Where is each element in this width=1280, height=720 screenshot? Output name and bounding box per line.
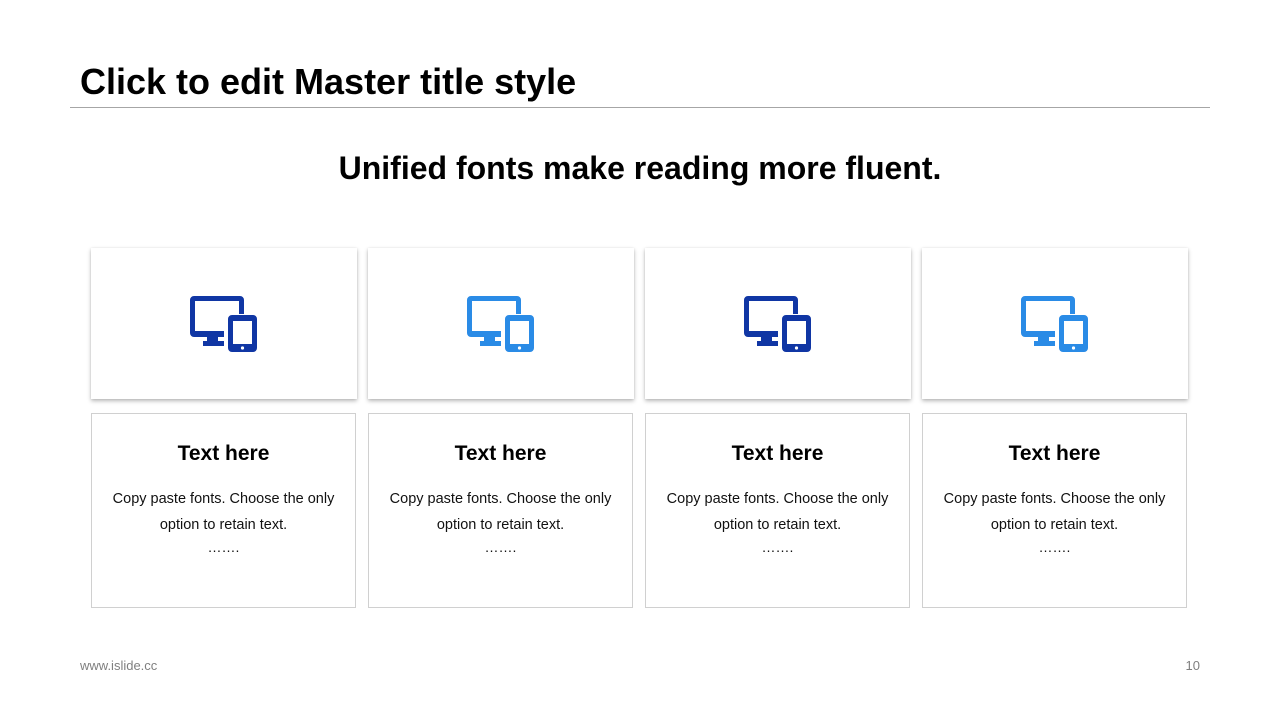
- card-heading: Text here: [1008, 442, 1101, 465]
- card-body: Copy paste fonts. Choose the only option…: [666, 491, 889, 533]
- card-ellipsis: …….: [207, 539, 240, 555]
- footer-url: www.islide.cc: [80, 658, 158, 673]
- card-heading: Text here: [731, 442, 824, 465]
- devices-icon: [1021, 295, 1088, 352]
- card-heading: Text here: [177, 442, 270, 465]
- title-divider: [70, 107, 1210, 108]
- devices-icon: [467, 295, 534, 352]
- slide-title[interactable]: Click to edit Master title style: [80, 60, 576, 104]
- card-body: Copy paste fonts. Choose the only option…: [389, 491, 612, 533]
- card-ellipsis: …….: [1038, 539, 1071, 555]
- card-ellipsis: …….: [484, 539, 517, 555]
- card-heading: Text here: [454, 442, 547, 465]
- page-number: 10: [1185, 658, 1200, 673]
- icon-card-4[interactable]: [922, 248, 1188, 399]
- icon-card-1[interactable]: [91, 248, 357, 399]
- slide-subtitle[interactable]: Unified fonts make reading more fluent.: [0, 148, 1280, 188]
- text-card-2[interactable]: Text here Copy paste fonts. Choose the o…: [368, 413, 633, 608]
- icon-card-2[interactable]: [368, 248, 634, 399]
- devices-icon: [744, 295, 811, 352]
- text-card-4[interactable]: Text here Copy paste fonts. Choose the o…: [922, 413, 1187, 608]
- devices-icon: [190, 295, 257, 352]
- card-body: Copy paste fonts. Choose the only option…: [943, 491, 1166, 533]
- text-card-3[interactable]: Text here Copy paste fonts. Choose the o…: [645, 413, 910, 608]
- slide: Click to edit Master title style Unified…: [0, 0, 1280, 720]
- text-card-1[interactable]: Text here Copy paste fonts. Choose the o…: [91, 413, 356, 608]
- card-body: Copy paste fonts. Choose the only option…: [112, 491, 335, 533]
- icon-card-3[interactable]: [645, 248, 911, 399]
- card-ellipsis: …….: [761, 539, 794, 555]
